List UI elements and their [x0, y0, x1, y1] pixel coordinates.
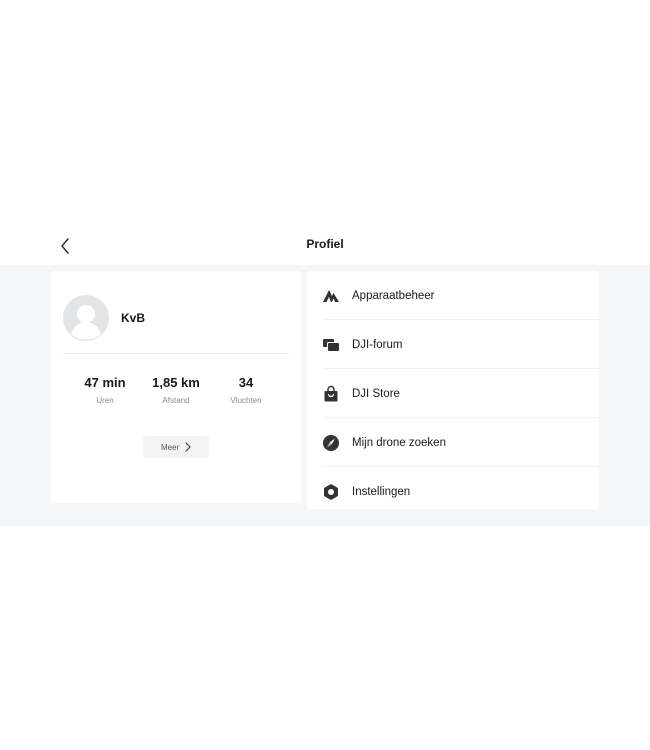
- divider: [63, 353, 289, 354]
- stat-value: 1,85 km: [152, 375, 200, 390]
- menu-item-label: DJI-forum: [352, 339, 403, 351]
- stat-value: 47 min: [84, 375, 126, 390]
- device-management-icon: [323, 290, 339, 302]
- menu-item-store[interactable]: DJI Store: [307, 369, 599, 418]
- menu-item-label: Instellingen: [352, 486, 411, 498]
- stat-flights: 34 Vluchten: [206, 375, 286, 405]
- menu-item-label: Mijn drone zoeken: [352, 437, 446, 449]
- more-button[interactable]: Meer: [143, 436, 209, 458]
- menu-item-forum[interactable]: DJI-forum: [307, 320, 599, 369]
- forum-icon: [323, 339, 339, 351]
- header-bar: Profiel: [0, 226, 650, 265]
- stat-label: Afstand: [162, 396, 190, 405]
- profile-screen: Profiel KvB 47 min Uren 1,85 km Afstand …: [0, 226, 650, 526]
- stat-label: Uren: [96, 396, 114, 405]
- menu-card: Apparaatbeheer DJI-forum DJI Store Mijn …: [307, 271, 599, 509]
- profile-card: KvB 47 min Uren 1,85 km Afstand 34 Vluch…: [51, 271, 301, 503]
- stat-distance: 1,85 km Afstand: [136, 375, 216, 405]
- menu-item-device-management[interactable]: Apparaatbeheer: [307, 271, 599, 320]
- stat-value: 34: [238, 375, 254, 390]
- menu-item-label: Apparaatbeheer: [352, 290, 435, 302]
- page-title: Profiel: [306, 237, 344, 251]
- find-drone-icon: [323, 435, 339, 451]
- settings-icon: [324, 484, 338, 500]
- username: KvB: [121, 311, 146, 325]
- menu-item-settings[interactable]: Instellingen: [307, 467, 599, 509]
- more-button-label: Meer: [161, 443, 180, 452]
- avatar[interactable]: [63, 295, 109, 341]
- stat-hours: 47 min Uren: [65, 375, 145, 405]
- store-bag-icon: [324, 385, 338, 402]
- menu-item-label: DJI Store: [352, 388, 400, 400]
- stat-label: Vluchten: [230, 396, 262, 405]
- chevron-right-icon: [185, 442, 191, 452]
- menu-item-find-drone[interactable]: Mijn drone zoeken: [307, 418, 599, 467]
